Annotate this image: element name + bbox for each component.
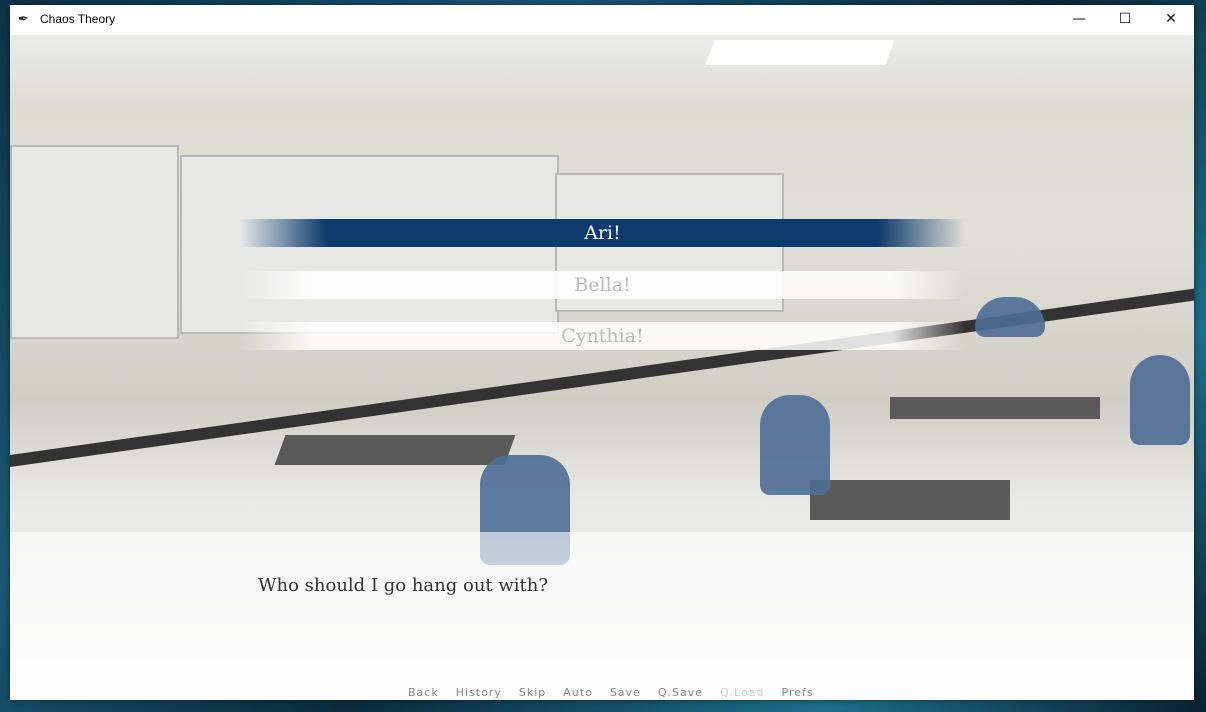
back-button[interactable]: Back	[408, 686, 439, 699]
chair	[760, 395, 830, 495]
quick-save-button[interactable]: Q.Save	[658, 686, 703, 699]
desk	[890, 397, 1100, 419]
choice-cynthia[interactable]: Cynthia!	[240, 322, 965, 350]
title-bar[interactable]: ✒ Chaos Theory — ☐ ✕	[10, 5, 1194, 35]
ceiling	[10, 35, 1194, 105]
chair	[975, 297, 1045, 337]
save-button[interactable]: Save	[610, 686, 641, 699]
close-button[interactable]: ✕	[1148, 5, 1194, 35]
game-scene[interactable]: Ari! Bella! Cynthia! Who should I go han…	[10, 35, 1194, 700]
auto-button[interactable]: Auto	[563, 686, 593, 699]
maximize-button[interactable]: ☐	[1102, 5, 1148, 35]
prefs-button[interactable]: Prefs	[782, 686, 814, 699]
minimize-button[interactable]: —	[1056, 5, 1102, 35]
quick-load-button: Q.Load	[719, 686, 765, 699]
dialogue-text: Who should I go hang out with?	[258, 575, 549, 596]
skip-button[interactable]: Skip	[519, 686, 546, 699]
desk	[810, 480, 1010, 520]
desk	[274, 435, 516, 465]
quill-icon: ✒	[18, 12, 29, 27]
ceiling-light	[705, 40, 895, 65]
window-title: Chaos Theory	[40, 12, 116, 26]
quick-menu: Back History Skip Auto Save Q.Save Q.Loa…	[408, 686, 831, 699]
choice-ari[interactable]: Ari!	[240, 219, 965, 247]
choice-bella[interactable]: Bella!	[240, 271, 965, 299]
chair	[1130, 355, 1190, 445]
game-window: ✒ Chaos Theory — ☐ ✕ Ari! Bella! Cynthia…	[10, 5, 1194, 700]
history-button[interactable]: History	[456, 686, 502, 699]
dialogue-box[interactable]	[10, 532, 1194, 700]
whiteboard	[10, 145, 179, 339]
